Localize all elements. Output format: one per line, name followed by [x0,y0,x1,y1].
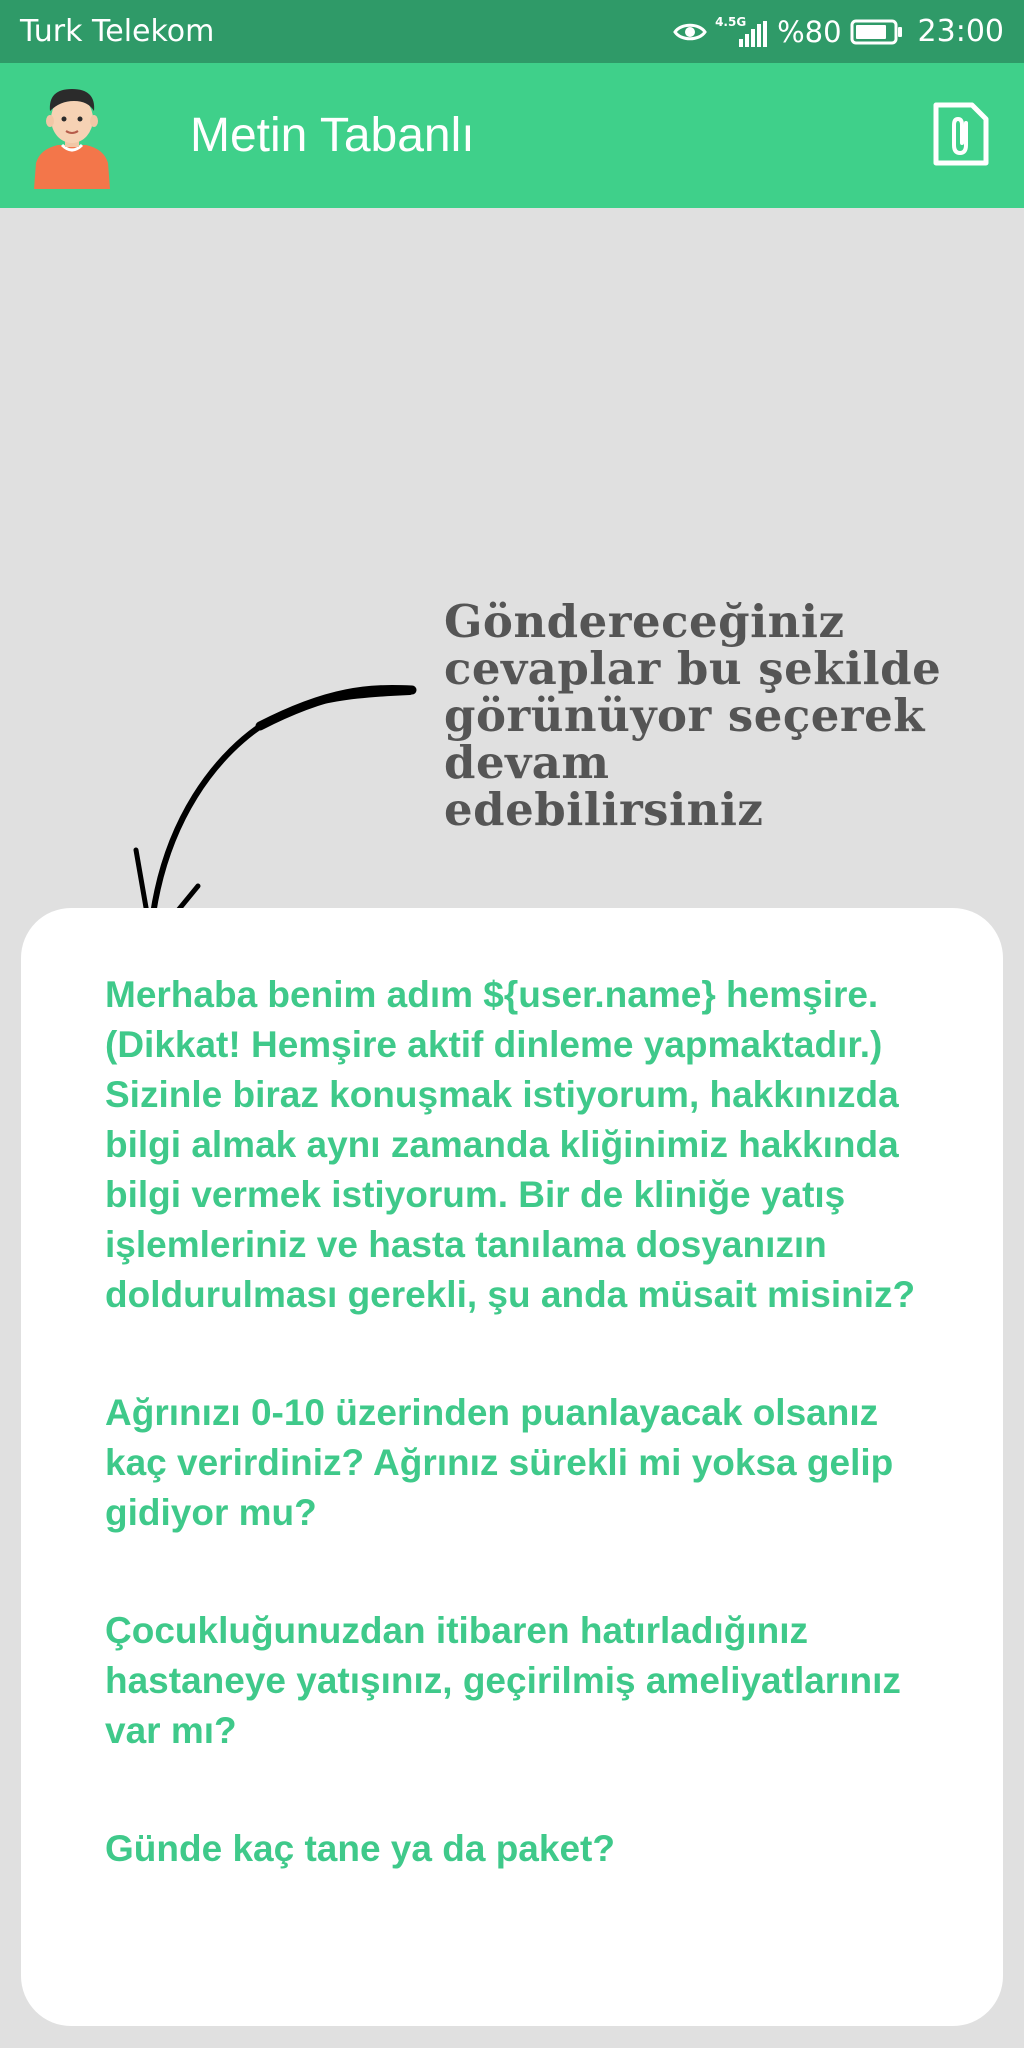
avatar-icon[interactable] [28,81,116,189]
eye-icon [673,23,707,41]
clock: 23:00 [917,14,1004,49]
hint-text: Göndereceğiniz cevaplar bu şekilde görün… [444,595,942,836]
answer-item[interactable]: Merhaba benim adım ${user.name} hemşire.… [105,970,935,1320]
network-indicator: 4.5G [715,15,769,49]
carrier-name: Turk Telekom [20,14,215,49]
answer-list: Merhaba benim adım ${user.name} hemşire.… [105,970,935,1942]
status-icons: 4.5G %80 23:00 [673,12,1004,52]
answers-card: Merhaba benim adım ${user.name} hemşire.… [21,908,1003,2026]
attach-icon[interactable] [932,101,990,167]
battery-icon [850,19,902,45]
signal-icon [739,21,768,47]
status-bar: Turk Telekom 4.5G %80 23:00 [0,0,1024,63]
answer-item[interactable]: Ağrınızı 0-10 üzerinden puanlayacak olsa… [105,1388,935,1538]
page-title: Metin Tabanlı [190,109,475,162]
app-bar: Metin Tabanlı [0,63,1024,208]
answer-item[interactable]: Günde kaç tane ya da paket? [105,1824,935,1874]
battery-percent: %80 [777,15,842,49]
screen: Turk Telekom 4.5G %80 23:00 Metin Tabanl… [0,0,1024,2048]
answer-item[interactable]: Çocukluğunuzdan itibaren hatırladığınız … [105,1606,935,1756]
